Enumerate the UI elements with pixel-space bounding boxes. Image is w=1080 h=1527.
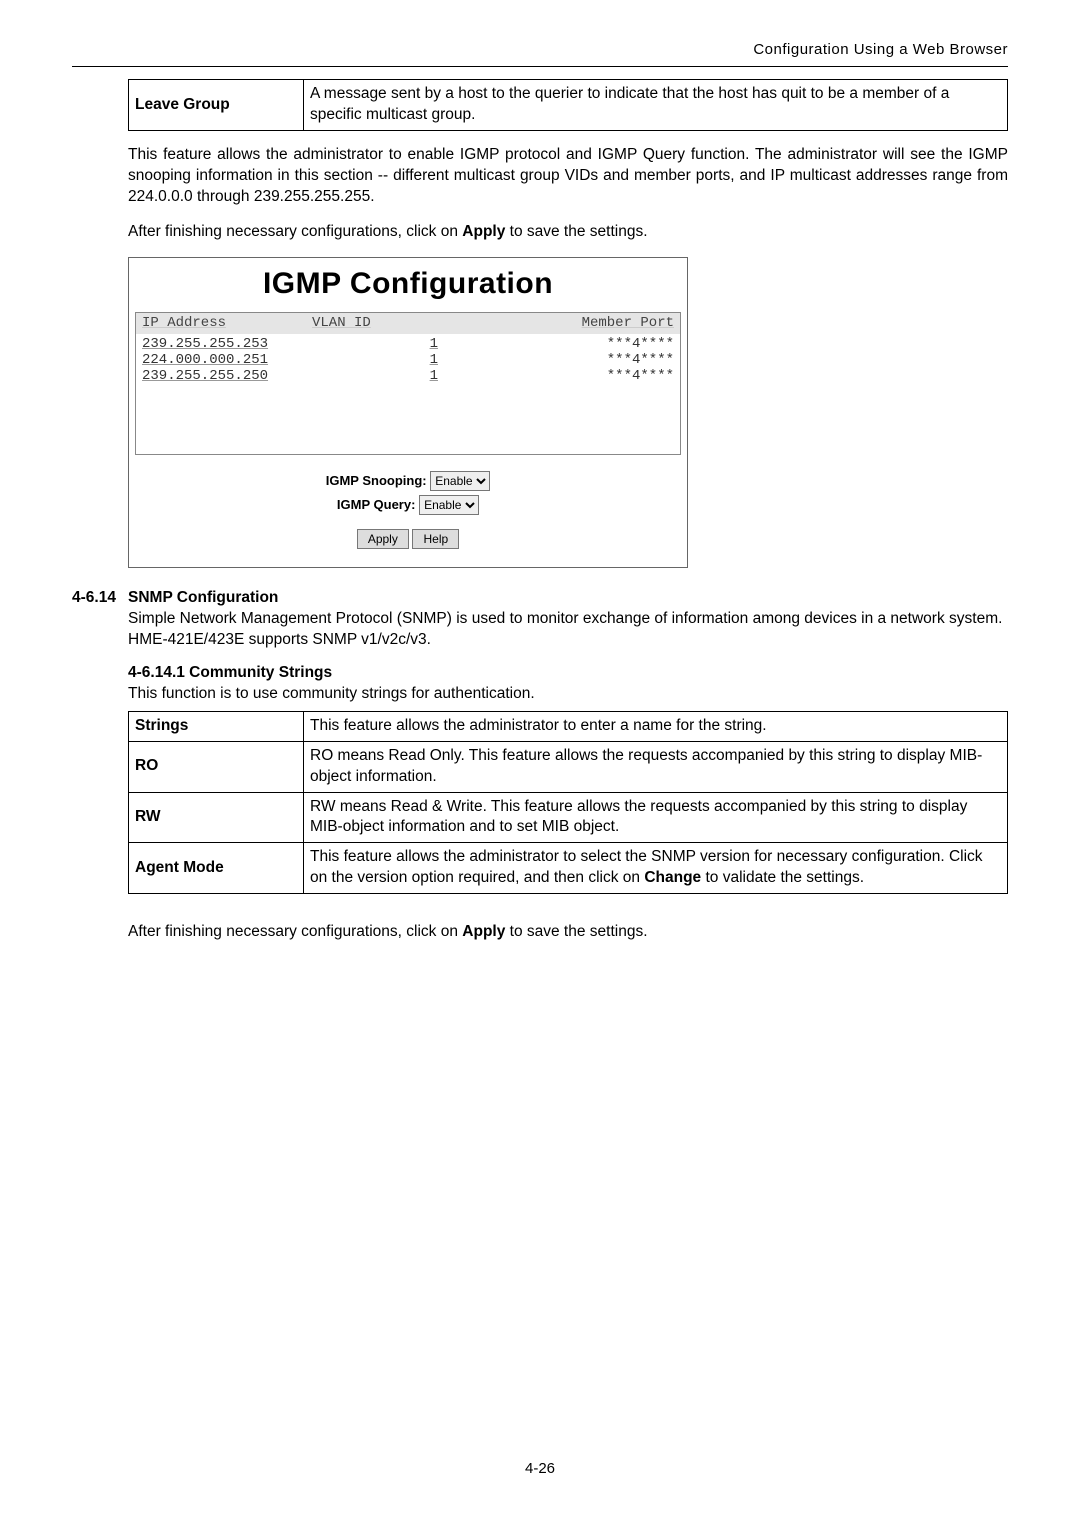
list-item[interactable]: 224.000.000.251 1 ***4**** (140, 352, 676, 368)
ro-label: RO (129, 741, 304, 792)
agent-desc: This feature allows the administrator to… (304, 843, 1008, 894)
header-rule (72, 66, 1008, 67)
table-row: Agent Mode This feature allows the admin… (129, 843, 1008, 894)
col-port: Member Port (440, 314, 676, 333)
intro-para-1: This feature allows the administrator to… (128, 145, 1008, 208)
igmp-snooping-label: IGMP Snooping: (326, 473, 427, 488)
leave-group-label: Leave Group (129, 80, 304, 131)
list-item[interactable]: 239.255.255.253 1 ***4**** (140, 336, 676, 352)
table-row: Strings This feature allows the administ… (129, 711, 1008, 741)
ro-desc: RO means Read Only. This feature allows … (304, 741, 1008, 792)
igmp-snooping-select[interactable]: Enable (430, 471, 490, 491)
snmp-para: Simple Network Management Protocol (SNMP… (128, 609, 1008, 651)
intro-para-2: After finishing necessary configurations… (128, 222, 1008, 243)
agent-label: Agent Mode (129, 843, 304, 894)
table-row: RW RW means Read & Write. This feature a… (129, 792, 1008, 843)
apply-button[interactable]: Apply (357, 529, 409, 549)
community-table: Strings This feature allows the administ… (128, 711, 1008, 894)
running-head: Configuration Using a Web Browser (72, 40, 1008, 66)
igmp-title: IGMP Configuration (135, 262, 681, 313)
col-vlan: VLAN ID (310, 314, 440, 333)
table-row: RO RO means Read Only. This feature allo… (129, 741, 1008, 792)
col-ip: IP Address (140, 314, 310, 333)
igmp-list-header: IP Address VLAN ID Member Port (136, 313, 680, 334)
list-item[interactable]: 239.255.255.250 1 ***4**** (140, 368, 676, 384)
igmp-query-select[interactable]: Enable (419, 495, 479, 515)
igmp-config-panel: IGMP Configuration IP Address VLAN ID Me… (128, 257, 688, 568)
strings-desc: This feature allows the administrator to… (304, 711, 1008, 741)
igmp-listbox[interactable]: IP Address VLAN ID Member Port 239.255.2… (135, 312, 681, 455)
subsection-title: 4-6.14.1 Community Strings (128, 663, 1008, 684)
igmp-query-label: IGMP Query: (337, 497, 416, 512)
rw-desc: RW means Read & Write. This feature allo… (304, 792, 1008, 843)
section-number: 4-6.14 (72, 588, 128, 609)
community-intro: This function is to use community string… (128, 684, 1008, 705)
help-button[interactable]: Help (412, 529, 459, 549)
closing-para: After finishing necessary configurations… (128, 922, 1008, 943)
leave-group-table: Leave Group A message sent by a host to … (128, 79, 1008, 131)
section-title: SNMP Configuration (128, 588, 278, 609)
strings-label: Strings (129, 711, 304, 741)
leave-group-desc: A message sent by a host to the querier … (304, 80, 1008, 131)
rw-label: RW (129, 792, 304, 843)
page-number: 4-26 (0, 1459, 1080, 1479)
